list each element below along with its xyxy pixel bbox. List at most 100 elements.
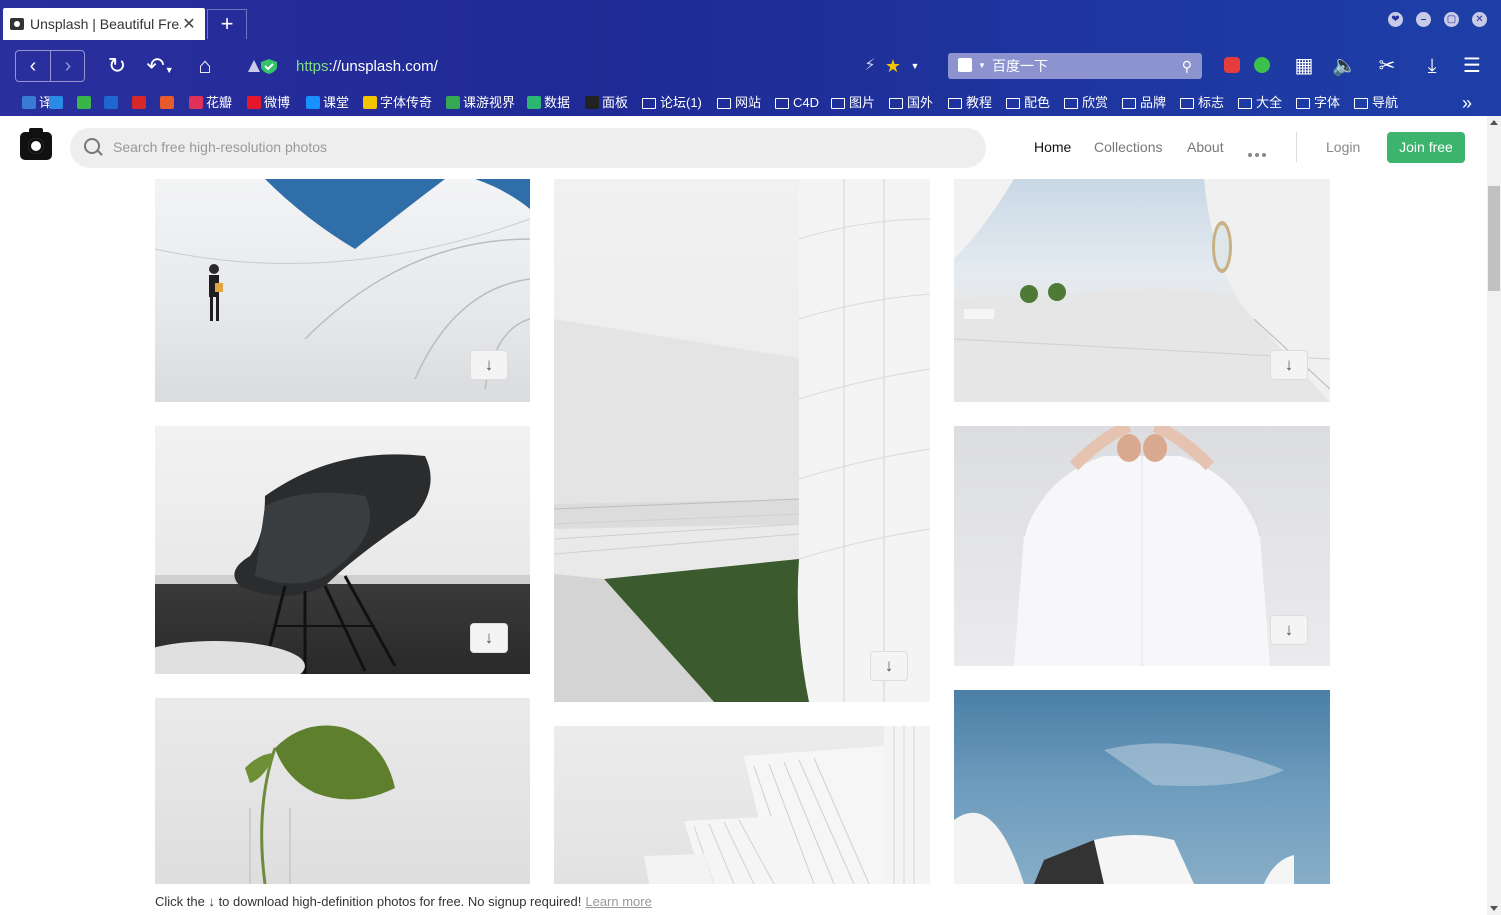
bookmark-label: 论坛(1)	[660, 95, 702, 110]
extension-red-icon[interactable]	[1224, 57, 1240, 73]
bookmark-item[interactable]: 字体	[1296, 93, 1340, 113]
close-window-button[interactable]: ✕	[1472, 12, 1487, 27]
bookmark-item[interactable]	[132, 93, 149, 113]
download-button[interactable]: ↓	[1270, 615, 1308, 645]
download-button[interactable]: ↓	[1270, 350, 1308, 380]
volume-icon[interactable]: 🔈	[1332, 50, 1357, 82]
learn-more-link[interactable]: Learn more	[585, 894, 651, 909]
tab-close-icon[interactable]: ✕	[181, 14, 197, 34]
join-button[interactable]: Join free	[1387, 132, 1465, 163]
bookmark-favicon-icon	[77, 96, 91, 109]
extension-green-icon[interactable]	[1254, 57, 1270, 73]
search-engine-input[interactable]: 百度一下	[992, 53, 1048, 79]
chevron-down-icon[interactable]: ▼	[908, 50, 922, 82]
download-manager-icon[interactable]: ⤓	[1420, 50, 1444, 82]
photo-card[interactable]	[155, 698, 530, 884]
photo-card[interactable]	[554, 726, 930, 884]
download-button[interactable]: ↓	[870, 651, 908, 681]
bookmark-item[interactable]: 面板	[585, 93, 628, 113]
new-tab-button[interactable]: +	[207, 9, 247, 39]
search-icon[interactable]: ⚲	[1182, 53, 1192, 79]
nav-home[interactable]: Home	[1034, 139, 1071, 155]
forward-button[interactable]: ›	[51, 51, 85, 81]
bookmark-item[interactable]: 教程	[948, 93, 992, 113]
folder-icon	[1064, 98, 1078, 109]
back-button[interactable]: ‹	[16, 51, 50, 81]
apps-grid-icon[interactable]: ▦	[1292, 50, 1316, 82]
bookmark-item[interactable]: 花瓣	[189, 93, 232, 113]
bookmark-label: 图片	[849, 95, 876, 110]
bookmark-item[interactable]: 网站	[717, 93, 761, 113]
login-link[interactable]: Login	[1326, 139, 1360, 155]
menu-icon[interactable]: ☰	[1460, 50, 1484, 82]
unsplash-logo-icon[interactable]	[20, 128, 52, 160]
skin-icon[interactable]: ❤	[1388, 12, 1403, 27]
lightning-icon[interactable]: ⚡	[860, 50, 880, 82]
tab-unsplash[interactable]: Unsplash | Beautiful Fre... ✕	[3, 8, 205, 40]
nav-collections[interactable]: Collections	[1094, 139, 1162, 155]
photo-card[interactable]: ↓	[554, 179, 930, 702]
folder-icon	[889, 98, 903, 109]
security-shield-icon[interactable]	[246, 58, 280, 74]
baidu-icon[interactable]	[958, 58, 972, 72]
folder-icon	[1180, 98, 1194, 109]
minimize-button[interactable]: –	[1416, 12, 1431, 27]
download-button[interactable]: ↓	[470, 623, 508, 653]
search-engine-box[interactable]: ▼ 百度一下 ⚲	[948, 53, 1202, 79]
reload-icon[interactable]: ↻	[104, 50, 130, 82]
scissors-icon[interactable]: ✂	[1372, 50, 1402, 82]
bookmark-item[interactable]: 论坛(1)	[642, 93, 702, 113]
bookmarks-more-icon[interactable]: »	[1462, 93, 1472, 113]
bookmark-item[interactable]: 译	[22, 93, 52, 113]
bookmark-item[interactable]: 导航	[1354, 93, 1398, 113]
scroll-down-icon[interactable]	[1490, 906, 1498, 911]
chevron-down-icon[interactable]: ▼	[978, 53, 986, 79]
bookmark-favicon-icon	[49, 96, 63, 109]
bookmark-item[interactable]	[49, 93, 66, 113]
scroll-up-icon[interactable]	[1490, 120, 1498, 125]
bookmark-item[interactable]: 数据	[527, 93, 570, 113]
bookmark-label: 网站	[735, 95, 762, 110]
bookmark-favicon-icon	[446, 96, 460, 109]
address-bar[interactable]: https://unsplash.com/	[296, 58, 438, 75]
back-forward-group: ‹ ›	[15, 50, 85, 82]
star-bookmark-icon[interactable]: ★	[882, 50, 904, 82]
bookmark-item[interactable]: 字体传奇	[363, 93, 432, 113]
photo-card[interactable]	[954, 690, 1330, 884]
footer-text: Click the ↓ to download high-definition …	[155, 894, 582, 909]
undo-close-icon[interactable]: ↶▼	[143, 50, 177, 82]
photo-card[interactable]: ↓	[954, 179, 1330, 402]
photo-card[interactable]: ↓	[155, 179, 530, 402]
bookmark-item[interactable]	[104, 93, 121, 113]
camera-icon	[10, 18, 24, 30]
bookmark-item[interactable]	[77, 93, 94, 113]
bookmark-item[interactable]: 欣赏	[1064, 93, 1108, 113]
page-scrollbar[interactable]	[1487, 116, 1501, 915]
download-button[interactable]: ↓	[470, 350, 508, 380]
bookmark-item[interactable]: 配色	[1006, 93, 1050, 113]
bookmark-label: 导航	[1372, 95, 1399, 110]
scrollbar-thumb[interactable]	[1488, 186, 1500, 291]
bookmark-label: 面板	[602, 95, 629, 110]
bookmark-item[interactable]: 课堂	[306, 93, 349, 113]
bookmark-item[interactable]: 课游视界	[446, 93, 515, 113]
bookmark-item[interactable]: 大全	[1238, 93, 1282, 113]
photo-card[interactable]: ↓	[954, 426, 1330, 666]
maximize-button[interactable]: ▢	[1444, 12, 1459, 27]
more-icon[interactable]	[1248, 144, 1269, 162]
bookmark-label: 标志	[1198, 95, 1225, 110]
photo-image	[554, 179, 930, 702]
unsplash-page: Search free high-resolution photos Home …	[0, 116, 1487, 915]
bookmark-item[interactable]: 微博	[247, 93, 290, 113]
bookmark-item[interactable]: 图片	[831, 93, 875, 113]
photo-card[interactable]: ↓	[155, 426, 530, 674]
home-icon[interactable]: ⌂	[192, 50, 218, 82]
bookmark-item[interactable]: 国外	[889, 93, 933, 113]
bookmark-label: 教程	[966, 95, 993, 110]
bookmark-item[interactable]: 品牌	[1122, 93, 1166, 113]
bookmark-item[interactable]: 标志	[1180, 93, 1224, 113]
search-input[interactable]: Search free high-resolution photos	[70, 128, 986, 168]
nav-about[interactable]: About	[1187, 139, 1224, 155]
bookmark-item[interactable]	[160, 93, 177, 113]
bookmark-item[interactable]: C4D	[775, 93, 819, 113]
